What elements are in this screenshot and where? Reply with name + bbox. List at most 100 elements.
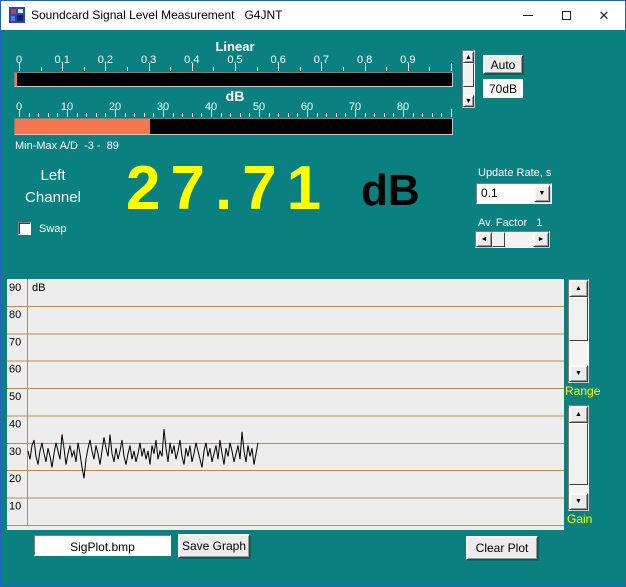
channel-line2: Channel bbox=[7, 187, 99, 209]
plot-y-tick-label: 50 bbox=[9, 391, 21, 403]
meter-minor-tick bbox=[297, 113, 298, 117]
av-factor-scroll-right-button[interactable]: ► bbox=[533, 232, 549, 247]
meter-range-scroll-down-button[interactable]: ▼ bbox=[463, 95, 474, 107]
linear-level-fill bbox=[15, 73, 17, 86]
db-meter-title: dB bbox=[226, 88, 245, 104]
meter-minor-tick bbox=[201, 113, 202, 117]
meter-minor-tick bbox=[192, 113, 193, 117]
auto-button[interactable]: Auto bbox=[483, 55, 523, 74]
update-rate-value: 0.1 bbox=[481, 186, 498, 200]
db-level-bar bbox=[14, 118, 453, 135]
av-factor-scroll-left-button[interactable]: ◄ bbox=[476, 232, 492, 247]
meter-minor-tick bbox=[393, 113, 394, 117]
update-rate-combobox[interactable]: 0.1 ▼ bbox=[476, 183, 552, 204]
maximize-icon bbox=[562, 11, 571, 20]
channel-line1: Left bbox=[7, 165, 99, 187]
meter-major-tick bbox=[278, 63, 279, 71]
av-factor-label-text: Av. Factor bbox=[478, 217, 527, 229]
linear-level-bar bbox=[14, 72, 453, 87]
linear-meter-title: Linear bbox=[215, 39, 254, 54]
meter-minor-tick bbox=[326, 113, 327, 117]
av-factor-scrollbar[interactable]: ◄ ► bbox=[475, 231, 550, 248]
meter-minor-tick bbox=[41, 67, 42, 71]
meter-major-tick bbox=[105, 63, 106, 71]
meter-major-tick bbox=[451, 109, 452, 117]
gain-scrollbar[interactable]: ▲ ▼ bbox=[568, 405, 589, 511]
meter-range-scroll-up-button[interactable]: ▲ bbox=[463, 51, 474, 63]
gain-scroll-down-button[interactable]: ▼ bbox=[569, 493, 588, 510]
gain-scrollbar-thumb[interactable] bbox=[569, 423, 588, 485]
close-button[interactable]: ✕ bbox=[587, 1, 621, 30]
signal-plot-canvas: 908070605040302010dB bbox=[7, 279, 564, 530]
meter-range-scrollbar[interactable]: ▲ ▼ bbox=[462, 50, 475, 108]
title-bar[interactable]: Soundcard Signal Level Measurement G4JNT… bbox=[1, 1, 625, 30]
maximize-button[interactable] bbox=[549, 1, 583, 30]
save-graph-button[interactable]: Save Graph bbox=[178, 534, 250, 558]
range-scrollbar-thumb[interactable] bbox=[569, 297, 588, 341]
swap-checkbox[interactable] bbox=[18, 222, 31, 235]
clear-plot-button-label: Clear Plot bbox=[476, 541, 529, 555]
signal-plot: 908070605040302010dB bbox=[7, 279, 564, 530]
range-scroll-up-button[interactable]: ▲ bbox=[569, 280, 588, 297]
meter-major-tick bbox=[19, 63, 20, 71]
meter-minor-tick bbox=[134, 113, 135, 117]
range-scroll-down-button[interactable]: ▼ bbox=[569, 365, 588, 382]
meter-minor-tick bbox=[29, 113, 30, 117]
scroll-up-icon: ▲ bbox=[575, 411, 582, 418]
plot-y-tick-label: 40 bbox=[9, 418, 21, 430]
meter-major-tick bbox=[403, 109, 404, 117]
plot-y-tick-label: 60 bbox=[9, 364, 21, 376]
meter-minor-tick bbox=[441, 113, 442, 117]
level-value-display: 27.71 bbox=[126, 153, 331, 224]
meter-minor-tick bbox=[384, 113, 385, 117]
meter-minor-tick bbox=[249, 113, 250, 117]
meter-minor-tick bbox=[386, 67, 387, 71]
dropdown-icon: ▼ bbox=[539, 190, 546, 197]
meter-minor-tick bbox=[422, 113, 423, 117]
gain-scroll-up-button[interactable]: ▲ bbox=[569, 406, 588, 423]
meter-major-tick bbox=[307, 109, 308, 117]
meter-major-tick bbox=[115, 109, 116, 117]
meter-minor-tick bbox=[170, 67, 171, 71]
meter-minor-tick bbox=[336, 113, 337, 117]
clear-plot-button[interactable]: Clear Plot bbox=[466, 536, 538, 560]
range-scrollbar[interactable]: ▲ ▼ bbox=[568, 279, 589, 383]
scroll-up-icon: ▲ bbox=[575, 285, 582, 292]
close-icon: ✕ bbox=[599, 8, 610, 24]
meter-range-scrollbar-thumb[interactable] bbox=[463, 63, 474, 87]
filename-input[interactable] bbox=[34, 535, 171, 556]
meter-minor-tick bbox=[343, 67, 344, 71]
av-factor-scrollbar-thumb[interactable] bbox=[492, 232, 505, 247]
meter-minor-tick bbox=[48, 113, 49, 117]
meter-major-tick bbox=[149, 63, 150, 71]
scroll-up-icon: ▲ bbox=[465, 54, 472, 61]
gain-scrollbar-label: Gain bbox=[567, 512, 592, 526]
meter-major-tick bbox=[67, 109, 68, 117]
plot-y-tick-label: 10 bbox=[9, 500, 21, 512]
meter-major-tick bbox=[62, 63, 63, 71]
minimize-icon bbox=[523, 15, 533, 16]
swap-checkbox-label: Swap bbox=[39, 223, 67, 235]
meter-minor-tick bbox=[240, 113, 241, 117]
plot-y-tick-label: 70 bbox=[9, 336, 21, 348]
meter-major-tick bbox=[19, 109, 20, 117]
meter-minor-tick bbox=[153, 113, 154, 117]
scroll-down-icon: ▼ bbox=[575, 370, 582, 377]
meter-minor-tick bbox=[230, 113, 231, 117]
minimize-button[interactable] bbox=[511, 1, 545, 30]
meter-minor-tick bbox=[84, 67, 85, 71]
meter-major-tick bbox=[355, 109, 356, 117]
av-factor-value: 1 bbox=[536, 217, 542, 229]
meter-minor-tick bbox=[300, 67, 301, 71]
scroll-down-icon: ▼ bbox=[575, 498, 582, 505]
scroll-right-icon: ► bbox=[538, 236, 545, 243]
meter-major-tick bbox=[211, 109, 212, 117]
save-graph-button-label: Save Graph bbox=[182, 539, 246, 553]
update-rate-dropdown-button[interactable]: ▼ bbox=[534, 185, 550, 202]
meter-minor-tick bbox=[288, 113, 289, 117]
meter-minor-tick bbox=[144, 113, 145, 117]
plot-unit-label: dB bbox=[32, 282, 45, 294]
meter-minor-tick bbox=[221, 113, 222, 117]
meter-major-tick bbox=[163, 109, 164, 117]
scroll-down-icon: ▼ bbox=[465, 98, 472, 105]
